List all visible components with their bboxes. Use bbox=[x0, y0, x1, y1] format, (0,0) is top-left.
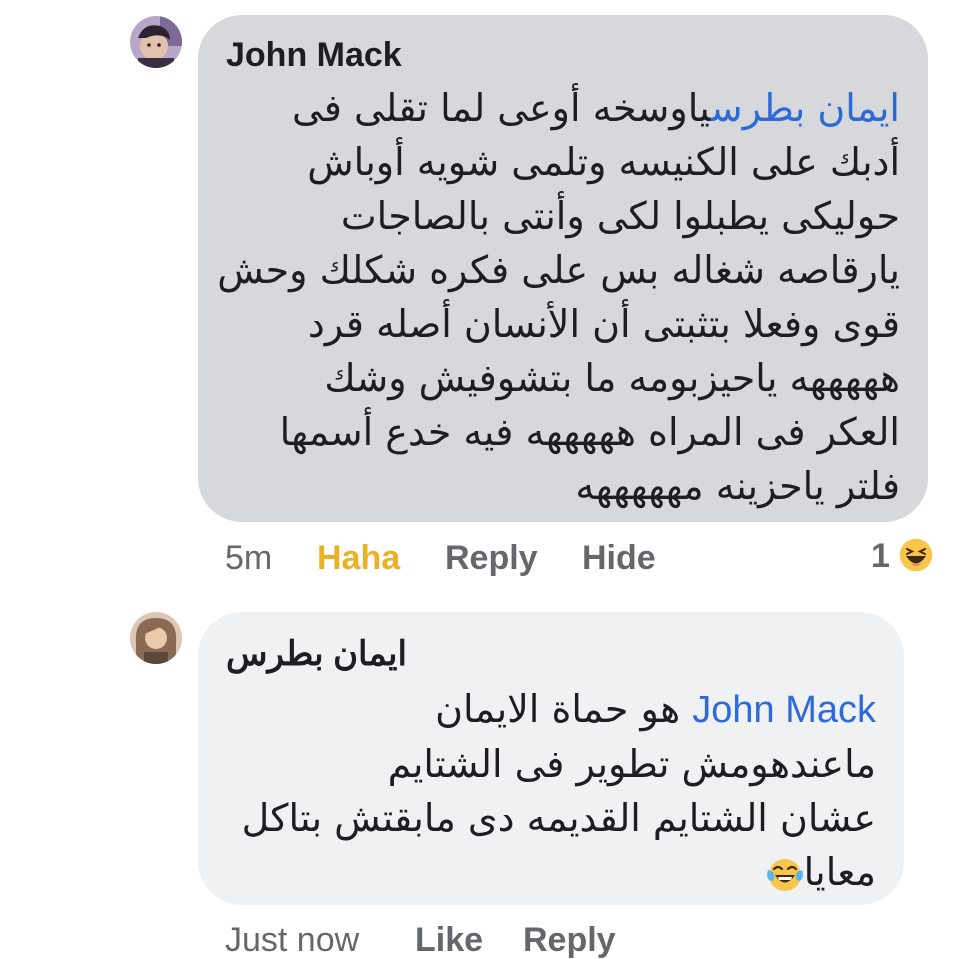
avatar[interactable] bbox=[130, 16, 182, 68]
comment-author[interactable]: ايمان بطرس bbox=[226, 634, 876, 674]
comment-line: ايمان بطرسياوسخه أوعى لما تقلى فى bbox=[226, 81, 900, 135]
comment-thread: John Mack ايمان بطرسياوسخه أوعى لما تقلى… bbox=[0, 0, 960, 959]
comment-timestamp[interactable]: Just now bbox=[225, 920, 359, 959]
comment-line: عشان الشتايم القديمه دى مابقتش بتاكل bbox=[241, 796, 876, 840]
comment-line: قوى وفعلا بتثبتى أن الأنسان أصله قرد bbox=[307, 302, 900, 346]
comment-bubble[interactable]: ايمان بطرس John Mack هو حماة الايمان ماع… bbox=[198, 612, 904, 905]
like-button[interactable]: Like bbox=[415, 920, 483, 959]
reaction-count: 1 bbox=[871, 537, 890, 575]
comment-line: يارقاصه شغاله بس على فكره شكلك وحش bbox=[217, 248, 900, 292]
mention-link[interactable]: John Mack bbox=[692, 689, 876, 731]
comment-line: هههههه ياحيزبومه ما بتشوفيش وشك bbox=[324, 356, 900, 400]
comment-line: معايا bbox=[226, 845, 876, 899]
comment-line: John Mack هو حماة الايمان bbox=[226, 682, 876, 737]
comment-line: حوليكى يطبلوا لكى وأنتى بالصاجات bbox=[340, 194, 900, 238]
tears-of-joy-emoji-icon bbox=[766, 858, 803, 891]
comment-text: ايمان بطرسياوسخه أوعى لما تقلى فى أدبك ع… bbox=[217, 81, 900, 513]
comment-actions: Just now Like Reply bbox=[225, 920, 925, 959]
comment-line-text: هو حماة الايمان bbox=[435, 687, 681, 731]
reply-button[interactable]: Reply bbox=[445, 538, 538, 578]
comment-line: أدبك على الكنيسه وتلمى شويه أوباش bbox=[307, 140, 900, 184]
comment-timestamp[interactable]: 5m bbox=[225, 538, 272, 578]
reply-button[interactable]: Reply bbox=[523, 920, 616, 959]
avatar[interactable] bbox=[130, 612, 182, 664]
comment-line: العكر فى المراه هههههه فيه خدع أسمها bbox=[279, 410, 900, 454]
haha-emoji-icon bbox=[898, 537, 934, 573]
haha-reaction-button[interactable]: Haha bbox=[317, 538, 400, 578]
comment-line-text: ياوسخه أوعى لما تقلى فى bbox=[292, 86, 711, 130]
comment-text: John Mack هو حماة الايمان ماعندهومش تطوي… bbox=[226, 682, 876, 899]
comment-actions: 5m Haha Reply Hide bbox=[225, 538, 925, 578]
mention-link[interactable]: ايمان بطرس bbox=[711, 86, 900, 130]
comment-line: فلتر ياحزينه مهههههه bbox=[575, 464, 900, 508]
reaction-summary[interactable]: 1 bbox=[871, 536, 890, 576]
comment-author[interactable]: John Mack bbox=[226, 35, 900, 75]
hide-button[interactable]: Hide bbox=[582, 538, 656, 578]
comment-line-text: معايا bbox=[803, 850, 876, 894]
avatar-john-mack-icon bbox=[130, 16, 182, 68]
comment-line: ماعندهومش تطوير فى الشتايم bbox=[387, 742, 876, 786]
avatar-iman-boutros-icon bbox=[130, 612, 182, 664]
comment-bubble[interactable]: John Mack ايمان بطرسياوسخه أوعى لما تقلى… bbox=[198, 15, 928, 522]
